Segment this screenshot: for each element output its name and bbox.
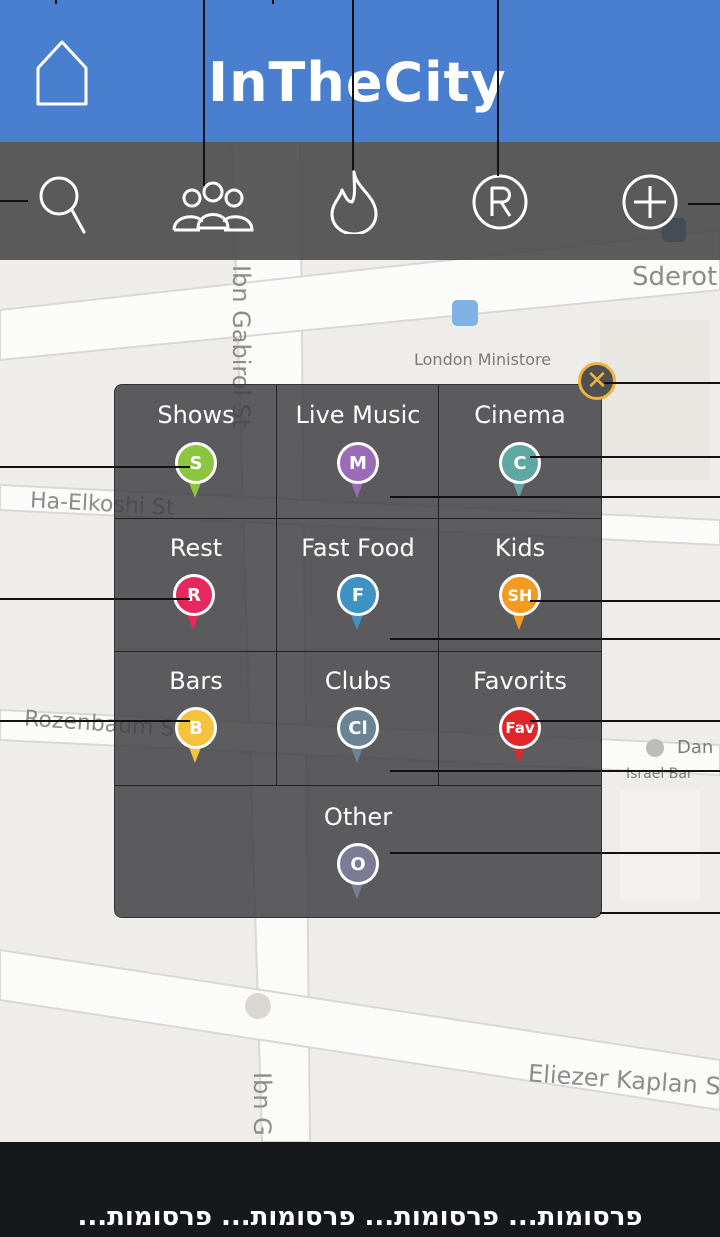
registered-button[interactable] — [468, 170, 532, 234]
category-other[interactable]: Other O — [115, 785, 601, 917]
annotation-line — [688, 203, 720, 205]
annotation-line — [390, 770, 720, 772]
annotation-line — [55, 0, 57, 4]
kids-pin-icon: SH — [497, 572, 541, 632]
category-kids[interactable]: Kids SH — [439, 518, 601, 651]
group-icon — [172, 181, 254, 232]
bars-pin-icon: B — [173, 705, 217, 765]
favorits-pin-icon: Fav — [497, 705, 541, 765]
category-panel: Shows S Live Music M Cinema C Rest R Fas… — [114, 384, 602, 918]
groups-button[interactable] — [170, 170, 256, 234]
annotation-line — [604, 382, 720, 384]
category-fast-food[interactable]: Fast Food F — [277, 518, 439, 651]
category-bars[interactable]: Bars B — [115, 651, 277, 785]
close-icon[interactable]: ✕ — [578, 362, 616, 400]
category-label: Live Music — [295, 401, 421, 429]
cinema-pin-icon: C — [497, 440, 541, 500]
rest-pin-icon: R — [171, 572, 215, 632]
category-clubs[interactable]: Clubs Cl — [277, 651, 439, 785]
annotation-line — [272, 0, 274, 4]
category-favorits[interactable]: Favorits Fav — [439, 651, 601, 785]
annotation-line — [530, 720, 720, 722]
clubs-pin-icon: Cl — [335, 705, 379, 765]
hot-button[interactable] — [322, 170, 386, 236]
map-place: Israel Bar — [626, 766, 693, 782]
category-live-music[interactable]: Live Music M — [277, 385, 439, 518]
search-icon — [39, 176, 86, 234]
annotation-line — [600, 912, 720, 914]
category-shows[interactable]: Shows S — [115, 385, 277, 518]
category-label: Clubs — [324, 667, 392, 695]
category-label: Other — [323, 803, 393, 831]
home-icon — [36, 40, 88, 106]
category-label: Bars — [169, 667, 223, 695]
annotation-line — [203, 0, 205, 186]
annotation-line — [530, 600, 720, 602]
category-label: Shows — [157, 401, 235, 429]
app-header: InTheCity — [0, 0, 720, 142]
home-button[interactable] — [34, 38, 90, 108]
category-rest[interactable]: Rest R — [115, 518, 277, 651]
annotation-line — [0, 720, 190, 722]
search-button[interactable] — [32, 170, 96, 234]
flame-icon — [330, 170, 378, 236]
annotation-line — [390, 638, 720, 640]
annotation-line — [530, 456, 720, 458]
ad-banner[interactable]: פרסומות... פרסומות... פרסומות... פרסומות… — [0, 1142, 720, 1237]
annotation-line — [0, 598, 190, 600]
annotation-line — [390, 852, 720, 854]
category-label: Kids — [494, 534, 546, 562]
shows-pin-icon: S — [173, 440, 217, 500]
annotation-line — [390, 496, 720, 498]
street-label: Ibn G — [248, 1072, 276, 1136]
toolbar — [0, 142, 720, 260]
add-button[interactable] — [618, 170, 682, 234]
fast-food-pin-icon: F — [335, 572, 379, 632]
annotation-line — [0, 466, 190, 468]
category-cinema[interactable]: Cinema C — [439, 385, 601, 518]
map-place: Dan — [677, 737, 714, 758]
live-music-pin-icon: M — [335, 440, 379, 500]
ad-text: פרסומות... פרסומות... פרסומות... פרסומות… — [77, 1202, 643, 1232]
category-label: Cinema — [474, 401, 566, 429]
category-label: Fast Food — [301, 534, 415, 562]
annotation-line — [0, 200, 28, 202]
other-pin-icon: O — [335, 841, 379, 901]
map-place: London Ministore — [414, 350, 552, 369]
annotation-line — [497, 0, 499, 176]
street-label: Sderot — [632, 262, 718, 292]
registered-icon — [472, 174, 528, 230]
category-label: Favorits — [473, 667, 567, 695]
annotation-line — [352, 0, 354, 170]
plus-circle-icon — [622, 174, 678, 230]
category-label: Rest — [169, 534, 223, 562]
app-title: InTheCity — [208, 51, 507, 114]
